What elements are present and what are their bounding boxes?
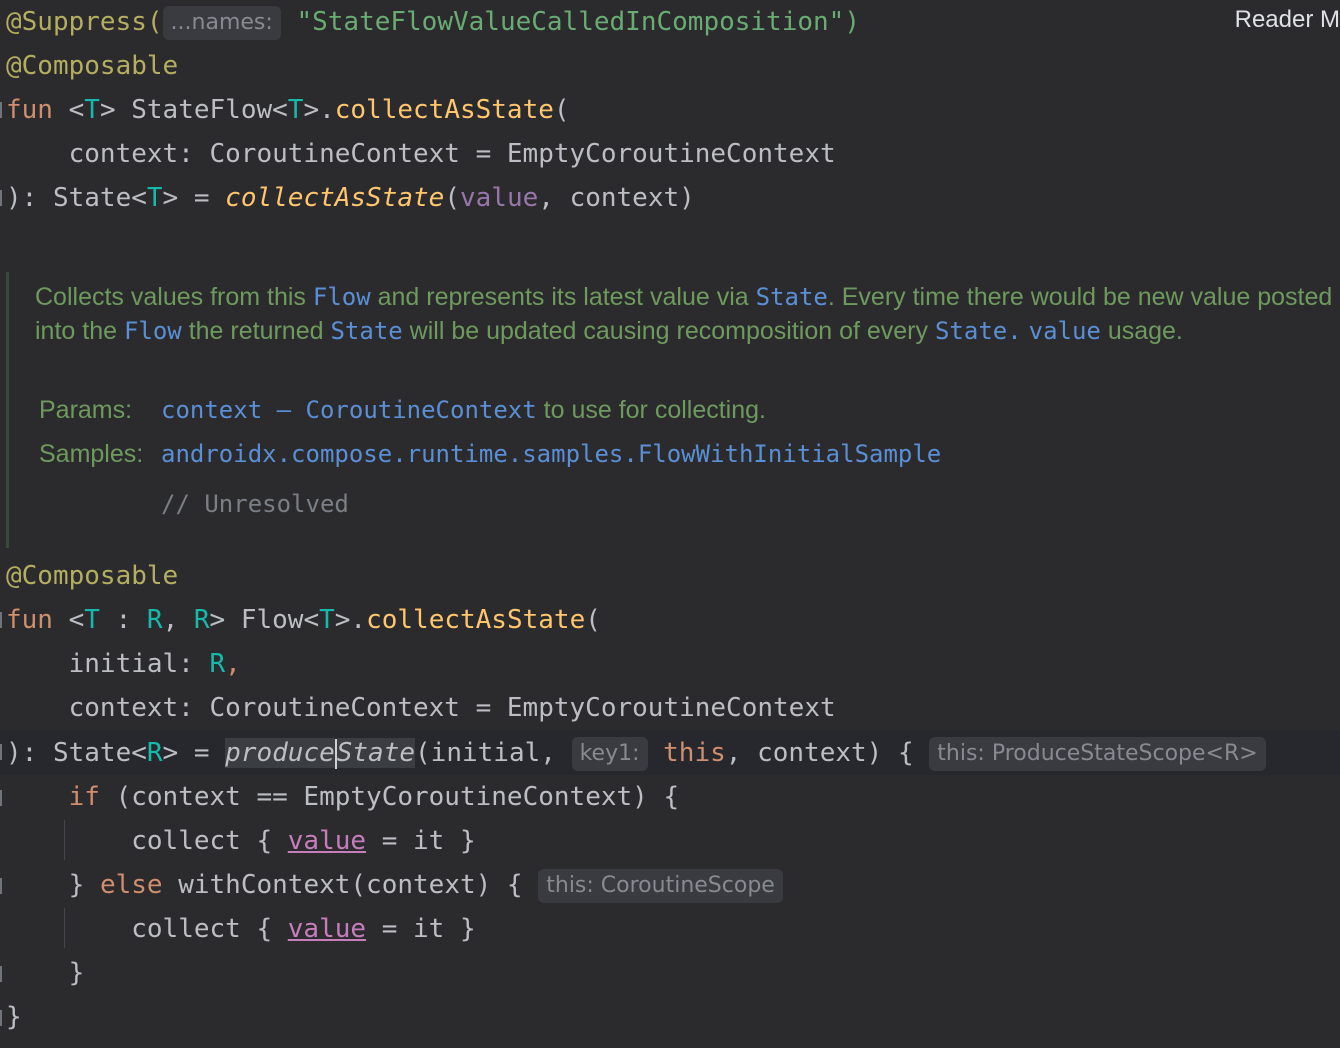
function-name: collectAsState bbox=[334, 95, 554, 125]
doc-unresolved-comment: // Unresolved bbox=[161, 490, 349, 518]
doc-text: will be updated causing recomposition of… bbox=[402, 317, 935, 345]
code-token: , context) bbox=[538, 183, 695, 213]
keyword-fun: fun bbox=[6, 95, 53, 125]
code-token: = it } bbox=[366, 914, 476, 944]
parameter-hint-key1: key1: bbox=[571, 736, 648, 771]
keyword-fun: fun bbox=[6, 605, 53, 635]
keyword-this: this bbox=[663, 738, 726, 768]
code-token: >. bbox=[334, 605, 367, 635]
doc-samples-value: androidx.compose.runtime.samples.FlowWit… bbox=[161, 440, 941, 469]
type-param: R bbox=[146, 605, 163, 635]
doc-samples-label: Samples: bbox=[39, 440, 144, 468]
function-call: produce bbox=[225, 738, 335, 768]
code-token: withContext(context) { bbox=[162, 870, 523, 900]
type-param: T bbox=[84, 95, 100, 125]
receiver-hint-coroutine-scope: this: CoroutineScope bbox=[538, 868, 783, 903]
code-token: < bbox=[52, 605, 85, 635]
type-param: T bbox=[319, 605, 335, 635]
function-call: collectAsState bbox=[225, 183, 445, 213]
code-token: collect { bbox=[131, 826, 288, 856]
code-token: } bbox=[68, 958, 85, 988]
value-ref: value bbox=[287, 826, 367, 856]
doc-link[interactable]: context bbox=[161, 396, 262, 424]
doc-link[interactable]: value bbox=[1029, 317, 1101, 345]
doc-link[interactable]: State bbox=[756, 283, 828, 311]
doc-link[interactable]: State. bbox=[935, 317, 1022, 345]
code-line-initial-param: initial: R, bbox=[6, 642, 241, 686]
type-param: T bbox=[84, 605, 100, 635]
function-call: State bbox=[336, 738, 416, 768]
doc-description: Collects values from this Flow and repre… bbox=[35, 280, 1335, 348]
code-token: > = bbox=[162, 738, 226, 768]
doc-text: – bbox=[262, 396, 306, 424]
doc-params-value: context – CoroutineContext to use for co… bbox=[161, 396, 766, 425]
code-line-composable-2: @Composable bbox=[6, 554, 178, 598]
type-param: R bbox=[209, 649, 226, 679]
doc-link[interactable]: Flow bbox=[313, 283, 371, 311]
type-param: T bbox=[146, 183, 163, 213]
code-token: > = bbox=[162, 183, 226, 213]
code-token: ): State< bbox=[6, 738, 147, 768]
doc-link[interactable]: Flow bbox=[124, 317, 182, 345]
value-ref: value bbox=[287, 914, 367, 944]
code-line-if: if (context == EmptyCoroutineContext) { bbox=[6, 775, 680, 819]
code-token: } bbox=[68, 870, 100, 900]
code-token: > Flow< bbox=[209, 605, 320, 635]
keyword-else: else bbox=[99, 870, 163, 900]
code-token: initial: bbox=[6, 649, 210, 679]
rendered-doc-comment: Collects values from this Flow and repre… bbox=[6, 272, 1340, 548]
doc-params-label: Params: bbox=[39, 396, 133, 424]
receiver-hint-produce-scope: this: ProduceStateScope<R> bbox=[929, 736, 1266, 771]
doc-link[interactable]: State bbox=[330, 317, 402, 345]
doc-link[interactable]: CoroutineContext bbox=[306, 396, 537, 424]
code-token: < bbox=[52, 95, 85, 125]
type-param: R bbox=[193, 605, 210, 635]
code-line-collect-1: collect { value = it } bbox=[6, 819, 476, 863]
code-line-return-1: ): State<T> = collectAsState(value, cont… bbox=[6, 176, 695, 220]
doc-text: Collects values from this bbox=[35, 283, 313, 311]
code-line-suppress: @Suppress(...names: "StateFlowValueCalle… bbox=[6, 0, 860, 44]
reader-mode-label[interactable]: Reader M bbox=[1235, 6, 1340, 34]
parameter-hint-names: ...names: bbox=[162, 5, 281, 40]
function-name: collectAsState bbox=[366, 605, 586, 635]
code-token: ( bbox=[553, 95, 570, 125]
code-token: : bbox=[99, 605, 147, 635]
code-line-return-2[interactable]: ): State<R> = produceState(initial, key1… bbox=[6, 731, 1266, 775]
doc-sample-link[interactable]: androidx.compose.runtime.samples.FlowWit… bbox=[161, 440, 941, 468]
code-line-context-param-2: context: CoroutineContext = EmptyCorouti… bbox=[6, 693, 836, 723]
doc-text: the returned bbox=[181, 317, 331, 345]
code-line-fun-flow: fun <T : R, R> Flow<T>.collectAsState( bbox=[6, 598, 601, 642]
type-param: R bbox=[146, 738, 163, 768]
suppress-string: "StateFlowValueCalledInComposition") bbox=[296, 7, 860, 37]
code-token: ( bbox=[444, 183, 460, 213]
code-token: , context) { bbox=[725, 738, 914, 768]
code-line-fun-stateflow: fun <T> StateFlow<T>.collectAsState( bbox=[6, 88, 570, 132]
suppress-annotation: @Suppress( bbox=[6, 7, 163, 37]
code-line-composable-1: @Composable bbox=[6, 44, 178, 88]
code-token: , bbox=[225, 649, 241, 679]
code-token: collect { bbox=[131, 914, 288, 944]
composable-annotation: @Composable bbox=[6, 561, 179, 591]
code-line-context-param-1: context: CoroutineContext = EmptyCorouti… bbox=[6, 139, 836, 169]
code-token: ): State< bbox=[6, 183, 147, 213]
value-ref: value bbox=[459, 183, 539, 213]
code-token: ( bbox=[585, 605, 601, 635]
code-token: >. bbox=[303, 95, 335, 125]
keyword-if: if bbox=[68, 782, 100, 812]
code-token: (context == EmptyCoroutineContext) { bbox=[99, 782, 680, 812]
code-line-else: } else withContext(context) { this: Coro… bbox=[6, 863, 783, 907]
composable-annotation: @Composable bbox=[6, 51, 179, 81]
code-line-close-outer: } bbox=[6, 1002, 22, 1032]
code-line-collect-2: collect { value = it } bbox=[6, 907, 476, 951]
doc-text: to use for collecting. bbox=[536, 396, 766, 424]
code-token: (initial, bbox=[415, 738, 572, 768]
code-line-close-inner: } bbox=[6, 951, 85, 995]
doc-text: and represents its latest value via bbox=[370, 283, 756, 311]
code-token: > StateFlow< bbox=[99, 95, 288, 125]
type-param: T bbox=[287, 95, 304, 125]
code-token: = it } bbox=[366, 826, 476, 856]
doc-text: usage. bbox=[1100, 317, 1183, 345]
code-token: , bbox=[162, 605, 194, 635]
